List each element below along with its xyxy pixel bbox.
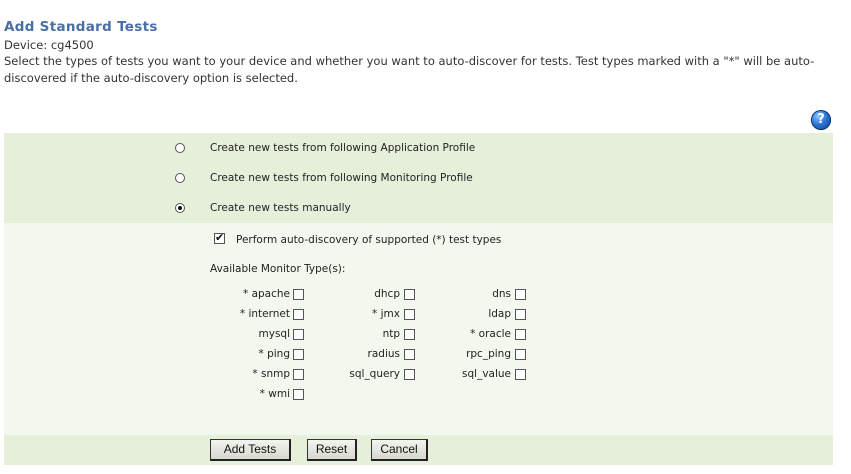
monitor-type-label: sql_query — [349, 368, 400, 380]
autodiscovery-checkbox[interactable] — [214, 231, 225, 244]
monitor-type-checkbox-internet[interactable] — [293, 309, 304, 320]
monitor-types-panel — [4, 223, 833, 435]
monitor-type-checkbox-ldap[interactable] — [515, 309, 526, 320]
monitor-type-label: * ping — [258, 348, 291, 360]
device-label: Device: cg4500 — [4, 38, 94, 52]
monitor-type-label: dns — [492, 288, 511, 300]
monitor-type-checkbox-apache[interactable] — [293, 289, 304, 300]
help-icon[interactable]: ? — [811, 110, 831, 130]
monitor-type-checkbox-mysql[interactable] — [293, 329, 304, 340]
monitor-types-heading: Available Monitor Type(s): — [210, 263, 346, 275]
monitor-type-label: * wmi — [259, 388, 290, 400]
page-description: Select the types of tests you want to yo… — [4, 54, 815, 85]
monitor-type-label: * apache — [242, 288, 290, 300]
monitor-type-checkbox-dhcp[interactable] — [404, 289, 415, 300]
monitor-type-checkbox-ntp[interactable] — [404, 329, 415, 340]
monitor-type-checkbox-ping[interactable] — [293, 349, 304, 360]
monitoring-profile-label: Create new tests from following Monitori… — [210, 172, 473, 184]
monitor-type-checkbox-oracle[interactable] — [515, 329, 526, 340]
monitor-type-checkbox-jmx[interactable] — [404, 309, 415, 320]
monitor-type-checkbox-dns[interactable] — [515, 289, 526, 300]
monitor-type-checkbox-rpc-ping[interactable] — [515, 349, 526, 360]
monitor-type-label: sql_value — [462, 368, 511, 380]
monitor-type-label: * jmx — [372, 308, 400, 320]
cancel-button[interactable]: Cancel — [371, 439, 428, 461]
monitor-type-label: * internet — [239, 308, 290, 320]
monitor-type-label: mysql — [258, 328, 291, 340]
monitor-type-label: ntp — [382, 328, 400, 340]
reset-button[interactable]: Reset — [307, 439, 357, 461]
monitor-type-checkbox-radius[interactable] — [404, 349, 415, 360]
application-profile-radio[interactable] — [175, 143, 185, 153]
monitor-type-label: ldap — [488, 308, 511, 320]
monitor-type-label: radius — [367, 348, 400, 360]
monitor-type-checkbox-wmi[interactable] — [293, 389, 304, 400]
page-title: Add Standard Tests — [4, 19, 158, 35]
add-tests-button[interactable]: Add Tests — [210, 439, 291, 461]
autodiscovery-label: Perform auto-discovery of supported (*) … — [236, 234, 502, 246]
monitoring-profile-radio[interactable] — [175, 173, 185, 183]
manual-tests-label: Create new tests manually — [210, 202, 351, 214]
monitor-type-checkbox-sql-value[interactable] — [515, 369, 526, 380]
monitor-type-label: * oracle — [470, 328, 511, 340]
monitor-type-label: rpc_ping — [466, 348, 511, 360]
application-profile-label: Create new tests from following Applicat… — [210, 142, 476, 154]
monitor-type-checkbox-sql-query[interactable] — [404, 369, 415, 380]
monitor-type-label: dhcp — [374, 288, 400, 300]
manual-tests-radio[interactable] — [175, 203, 185, 213]
monitor-type-checkbox-snmp[interactable] — [293, 369, 304, 380]
monitor-type-label: * snmp — [252, 368, 290, 380]
